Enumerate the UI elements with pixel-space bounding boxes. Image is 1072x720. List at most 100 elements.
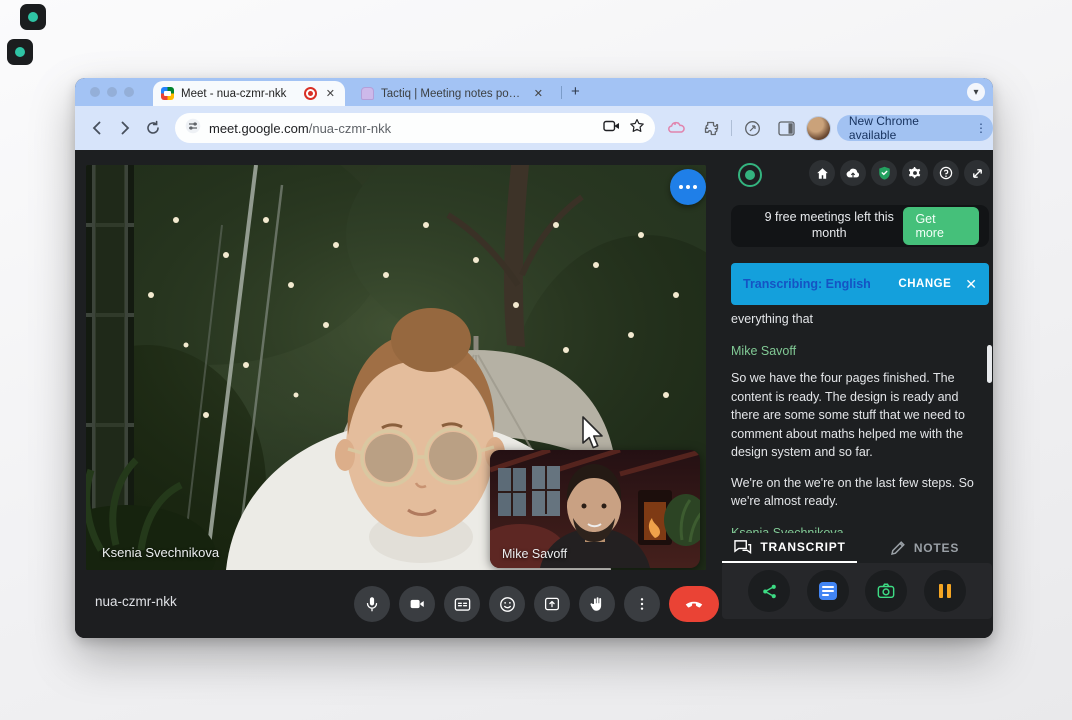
recorder-dot-icon	[15, 47, 25, 57]
tab-camera-in-use-icon[interactable]	[603, 119, 621, 138]
tactiq-favicon-icon	[361, 87, 374, 100]
tab-tactiq[interactable]: Tactiq | Meeting notes power ✕	[353, 81, 553, 106]
recording-indicator-icon	[304, 87, 317, 100]
more-options-button[interactable]	[624, 586, 660, 622]
quota-card: 9 free meetings left this month Get more	[731, 205, 989, 247]
tab-notes-label: NOTES	[914, 541, 959, 555]
reload-button[interactable]	[139, 114, 167, 142]
pip-name-label: Mike Savoff	[502, 547, 567, 561]
url-text[interactable]: meet.google.com/nua-czmr-nkk	[209, 121, 595, 136]
tab-title: Tactiq | Meeting notes power	[381, 88, 525, 100]
bookmark-star-icon[interactable]	[629, 118, 645, 139]
tactiq-sidebar: 9 free meetings left this month Get more…	[722, 160, 992, 618]
pip-video-tile[interactable]: Mike Savoff	[490, 450, 700, 568]
tab-separator	[561, 86, 562, 99]
dot-icon	[686, 185, 690, 189]
meet-page: Ksenia Svechnikova	[75, 150, 993, 638]
tab-meet[interactable]: Meet - nua-czmr-nkk ✕	[153, 81, 345, 106]
captions-button[interactable]	[444, 586, 480, 622]
google-docs-icon	[819, 582, 837, 600]
sidebar-tabs: TRANSCRIPT NOTES	[722, 533, 992, 563]
browser-menu-icon[interactable]: ⋮	[975, 123, 987, 133]
back-button[interactable]	[83, 114, 111, 142]
get-more-button[interactable]: Get more	[903, 207, 979, 245]
tab-strip: Meet - nua-czmr-nkk ✕ Tactiq | Meeting n…	[75, 78, 993, 106]
transcribing-status-label: Transcribing: English	[743, 277, 871, 291]
privacy-shield-button[interactable]	[871, 160, 897, 186]
sidebar-action-bar	[722, 563, 992, 619]
dot-icon	[693, 185, 697, 189]
export-to-docs-button[interactable]	[807, 570, 849, 612]
toolbar-separator	[731, 120, 732, 136]
meet-favicon-icon	[161, 87, 174, 100]
meeting-code-label: nua-czmr-nkk	[95, 594, 177, 609]
transcript-text: So we have the four pages finished. The …	[731, 369, 989, 462]
call-controls	[354, 586, 719, 622]
main-video-tile[interactable]: Ksenia Svechnikova	[86, 165, 706, 570]
new-tab-button[interactable]: +	[571, 83, 580, 100]
dot-icon	[679, 185, 683, 189]
extensions-puzzle-icon[interactable]	[697, 114, 725, 142]
tab-transcript[interactable]: TRANSCRIPT	[722, 533, 857, 563]
home-button[interactable]	[809, 160, 835, 186]
recorder-chip[interactable]	[20, 4, 46, 30]
tab-title: Meet - nua-czmr-nkk	[181, 88, 297, 100]
transcript-scrollbar[interactable]	[987, 345, 992, 383]
mouse-cursor	[580, 415, 606, 453]
camera-button[interactable]	[399, 586, 435, 622]
window-minimize-button[interactable]	[107, 87, 117, 97]
reactions-button[interactable]	[489, 586, 525, 622]
journeys-icon[interactable]	[738, 114, 766, 142]
tab-transcript-label: TRANSCRIPT	[760, 540, 845, 554]
transcript-text: everything that	[731, 310, 989, 329]
transcript-speaker: Mike Savoff	[731, 342, 989, 361]
pause-transcription-button[interactable]	[924, 570, 966, 612]
url-bar[interactable]: meet.google.com/nua-czmr-nkk	[175, 113, 655, 143]
recorder-dot-icon	[28, 12, 38, 22]
end-call-button[interactable]	[669, 586, 719, 622]
tactiq-logo-icon	[738, 163, 762, 187]
banner-close-icon[interactable]: ✕	[965, 276, 977, 293]
share-icon	[761, 583, 778, 600]
tab-notes[interactable]: NOTES	[857, 533, 992, 563]
microphone-button[interactable]	[354, 586, 390, 622]
window-zoom-button[interactable]	[124, 87, 134, 97]
chat-notification-bubble[interactable]	[670, 169, 706, 205]
camera-icon	[877, 583, 895, 599]
chat-icon	[733, 539, 752, 555]
chrome-update-button[interactable]: New Chrome available ⋮	[837, 115, 993, 141]
transcript-text: We're on the we're on the last few steps…	[731, 474, 989, 511]
upload-cloud-button[interactable]	[840, 160, 866, 186]
quota-text: 9 free meetings left this month	[755, 210, 903, 241]
tab-close-icon[interactable]: ✕	[324, 87, 337, 100]
raise-hand-button[interactable]	[579, 586, 615, 622]
side-panel-icon[interactable]	[772, 114, 800, 142]
screenshot-button[interactable]	[865, 570, 907, 612]
transcribing-banner: Transcribing: English CHANGE ✕	[731, 263, 989, 305]
popout-button[interactable]	[964, 160, 990, 186]
help-button[interactable]	[933, 160, 959, 186]
settings-gear-button[interactable]	[902, 160, 928, 186]
tactiq-header	[722, 160, 992, 190]
tactiq-header-actions	[809, 160, 990, 186]
pause-icon	[939, 584, 951, 598]
pencil-icon	[890, 540, 906, 556]
present-screen-button[interactable]	[534, 586, 570, 622]
chrome-update-label: New Chrome available	[849, 114, 969, 142]
profile-avatar[interactable]	[806, 116, 831, 141]
participant-name-label: Ksenia Svechnikova	[102, 545, 219, 560]
site-settings-icon[interactable]	[185, 118, 201, 139]
change-language-button[interactable]: CHANGE	[898, 278, 951, 290]
pink-extension-icon[interactable]	[663, 114, 691, 142]
recorder-chip-secondary[interactable]	[7, 39, 33, 65]
transcript-speaker: Ksenia Svechnikova	[731, 524, 989, 534]
tab-search-chevron-icon[interactable]: ▾	[967, 83, 985, 101]
share-button[interactable]	[748, 570, 790, 612]
browser-toolbar: meet.google.com/nua-czmr-nkk	[75, 106, 993, 150]
tab-close-icon[interactable]: ✕	[532, 87, 545, 100]
browser-window: Meet - nua-czmr-nkk ✕ Tactiq | Meeting n…	[75, 78, 993, 638]
toolbar-actions: New Chrome available ⋮	[663, 106, 993, 150]
forward-button[interactable]	[111, 114, 139, 142]
transcript-panel[interactable]: everything that Mike Savoff So we have t…	[731, 310, 989, 533]
window-close-button[interactable]	[90, 87, 100, 97]
